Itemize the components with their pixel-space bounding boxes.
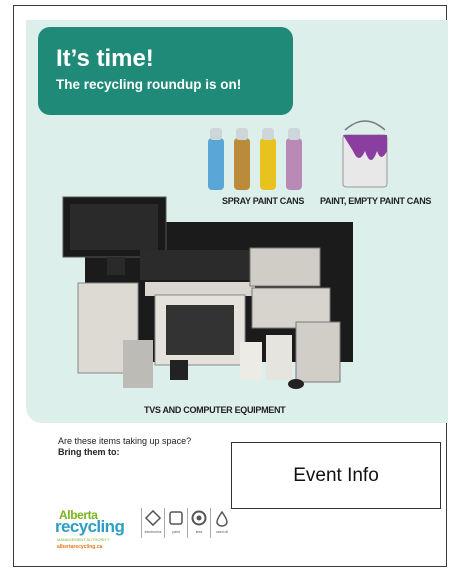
- tires-program-icon: tires: [187, 508, 210, 538]
- electronics-label: TVS AND COMPUTER EQUIPMENT: [144, 405, 286, 415]
- alberta-recycling-logo: Alberta recycling MANAGEMENT AUTHORITY a…: [55, 506, 245, 550]
- spray-paint-label: SPRAY PAINT CANS: [222, 196, 305, 206]
- footer-question: Are these items taking up space?: [58, 436, 192, 446]
- footer-note: Are these items taking up space? Bring t…: [58, 436, 191, 457]
- event-info-box[interactable]: Event Info: [231, 442, 441, 509]
- logo-tagline: MANAGEMENT AUTHORITY: [57, 537, 110, 542]
- paint-can-icon: [342, 120, 388, 188]
- electronics-program-icon: electronics: [141, 508, 164, 538]
- electronics-icon: [62, 196, 353, 389]
- footer-cta: Bring them to:: [58, 447, 120, 457]
- spray-can-icon: [208, 128, 302, 190]
- logo-url[interactable]: albertarecycling.ca: [57, 544, 102, 550]
- logo-line2: recycling: [55, 517, 125, 536]
- paint-program-icon: paint: [164, 508, 187, 538]
- used-oil-program-icon: used oil: [210, 508, 233, 538]
- paint-cans-label: PAINT, EMPTY PAINT CANS: [320, 196, 432, 206]
- logo-icon-strip: electronics paint tires used oil: [141, 508, 233, 538]
